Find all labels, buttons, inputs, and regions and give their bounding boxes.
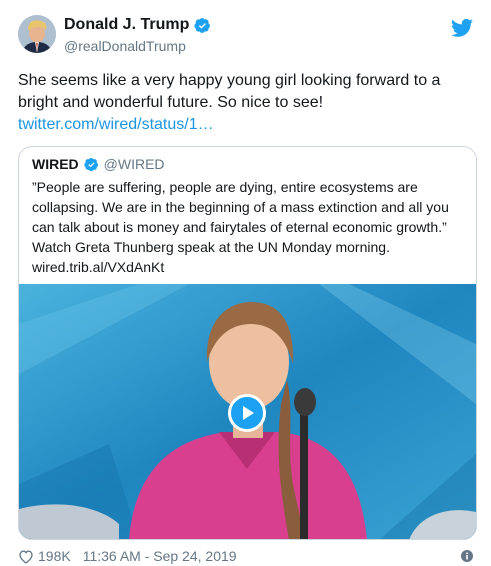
play-icon [243,406,254,420]
quoted-author-handle[interactable]: @WIRED [104,156,165,172]
quoted-tweet-header: WIRED @WIRED [32,156,165,172]
video-thumbnail[interactable] [19,284,476,539]
avatar[interactable] [18,15,56,53]
tweet-header: Donald J. Trump @realDonaldTrump [18,12,473,62]
author-name-text: Donald J. Trump [64,16,190,33]
verified-badge-icon [194,17,211,33]
author-name[interactable]: Donald J. Trump [64,16,211,34]
quoted-tweet-link[interactable]: wired.trib.al/VXdAnKt [32,257,164,277]
tweet-footer: 198K 11:36 AM - Sep 24, 2019 [18,548,473,564]
tweet-text: She seems like a very happy young girl l… [18,72,441,111]
play-button[interactable] [228,394,266,432]
tweet-link[interactable]: twitter.com/wired/status/1… [18,114,214,136]
info-icon[interactable] [461,550,473,562]
quoted-author-name[interactable]: WIRED [32,156,79,172]
timestamp[interactable]: 11:36 AM - Sep 24, 2019 [83,548,237,564]
twitter-bird-icon[interactable] [451,18,473,38]
heart-icon[interactable] [18,549,34,564]
quoted-tweet-text: ”People are suffering, people are dying,… [32,179,449,255]
quoted-tweet[interactable]: WIRED @WIRED ”People are suffering, peop… [18,146,477,540]
like-count[interactable]: 198K [38,548,71,564]
embedded-tweet: Donald J. Trump @realDonaldTrump She see… [0,0,491,566]
author-handle[interactable]: @realDonaldTrump [64,38,186,54]
verified-badge-icon [83,157,98,171]
